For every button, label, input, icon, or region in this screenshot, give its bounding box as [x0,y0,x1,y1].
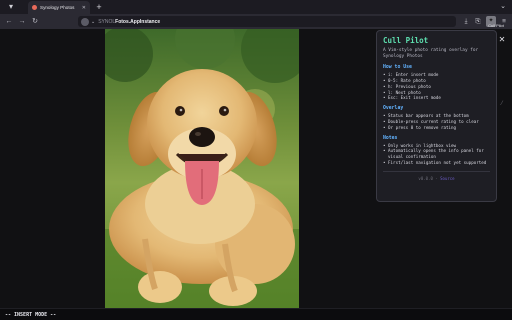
list-item: Esc: Exit insert mode [383,95,490,101]
panel-resize-handle-icon[interactable]: ⁄ [497,101,507,111]
tab-synology-photos[interactable]: Synology Photos ✕ [28,1,90,14]
insert-mode-status-bar: -- INSERT MODE -- [0,308,512,320]
how-to-use-list: i: Enter insert mode 0-5: Rate photo h: … [383,72,490,101]
tab-favicon-icon [32,5,37,10]
window-control-icon[interactable]: ⌄ [498,2,508,12]
url-host: SYNOL [98,18,116,25]
back-arrow-icon[interactable]: ← [4,16,14,27]
list-item: Automatically opens the info panel for v… [383,148,490,160]
tab-close-icon[interactable]: ✕ [82,5,86,11]
tab-strip: ▾ Synology Photos ✕ + ⌄ [0,0,512,14]
site-info-icon[interactable] [81,17,89,26]
new-tab-button[interactable]: + [94,2,104,12]
share-icon[interactable]: ⎘ [473,16,483,27]
version-label: v0.0.0 [418,175,433,181]
download-icon[interactable]: ⤓ [461,16,471,27]
source-link[interactable]: Source [440,176,454,181]
notes-list: Only works in lightbox view Automaticall… [383,143,490,166]
url-path: Fotos.AppInstance [115,18,161,25]
footer-separator: · [435,175,438,181]
chevron-down-icon[interactable]: ⌄ [91,19,95,25]
cull-pilot-popup: Cull Pilot A Vim-style photo rating over… [376,30,497,202]
golden-retriever-photo [105,29,299,308]
extension-tooltip: Cull Pilot [488,23,504,28]
list-item: First/last navigation not yet supported [383,160,490,166]
lightbox-photo [105,29,299,308]
status-text: -- INSERT MODE -- [5,311,57,318]
popup-title: Cull Pilot [383,36,429,45]
url-bar[interactable]: ⌄ SYNOL Fotos.AppInstance [78,16,456,27]
popup-footer: v0.0.0 · Source [383,170,490,181]
tab-list-icon[interactable]: ▾ [4,2,18,12]
section-heading-overlay: Overlay [383,106,404,112]
browser-toolbar: ← → ↻ ⌄ SYNOL Fotos.AppInstance ⤓ ⎘ ✦ ≡ [0,14,512,29]
section-heading-how-to-use: How to Use [383,65,412,71]
reload-icon[interactable]: ↻ [30,16,40,27]
tab-title: Synology Photos [40,5,75,10]
forward-arrow-icon[interactable]: → [17,16,27,27]
overlay-list: Status bar appears at the bottom Double-… [383,113,490,130]
popup-subtitle: A Vim-style photo rating overlay for Syn… [383,48,479,59]
section-heading-notes: Notes [383,135,398,141]
close-icon[interactable]: ✕ [497,35,507,45]
list-item: Or press 0 to remove rating [383,125,490,131]
